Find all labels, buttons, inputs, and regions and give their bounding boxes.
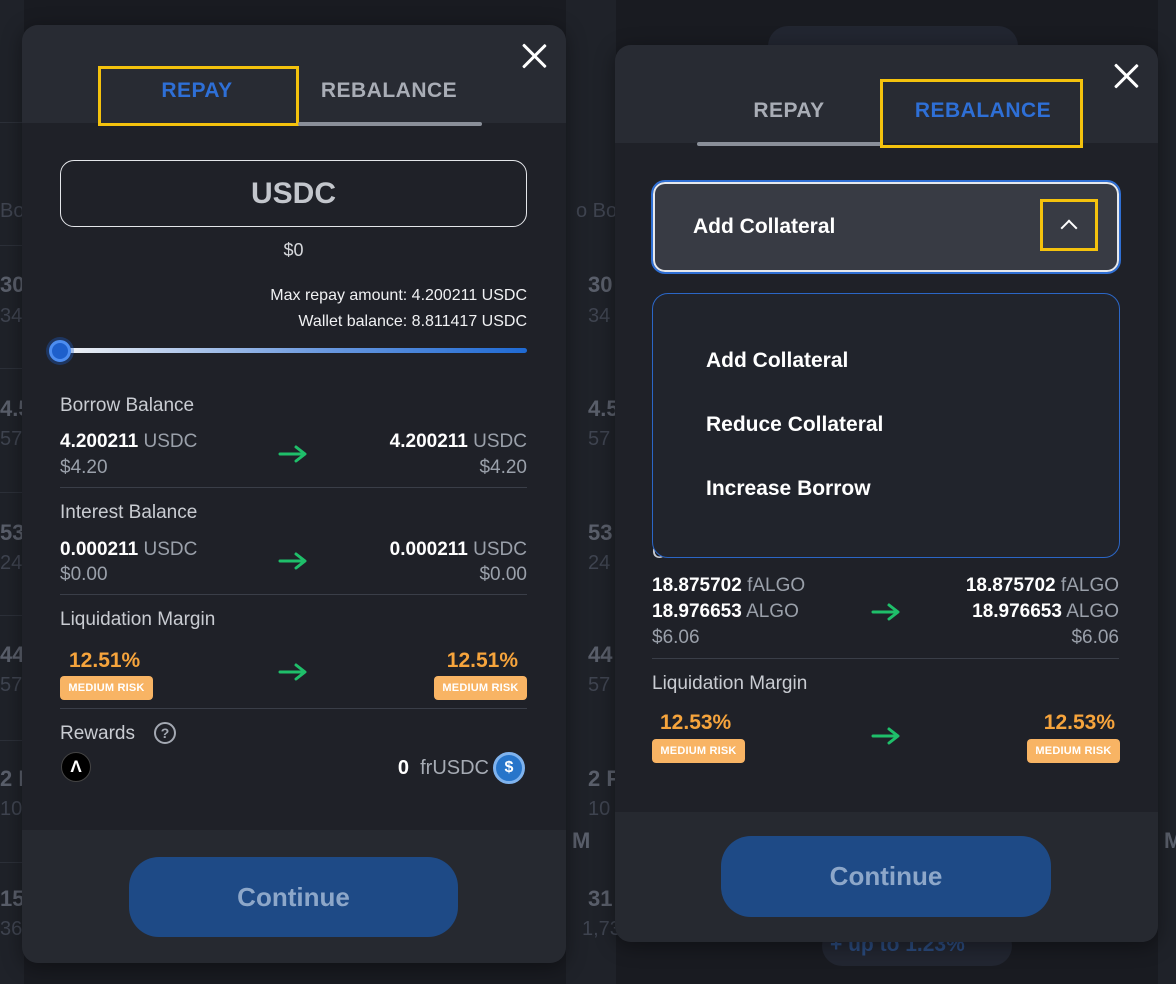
borrow-from: 4.200211 USDC xyxy=(60,431,198,452)
bg-fragment: 10 xyxy=(588,798,611,820)
collateral-to-usd: $6.06 xyxy=(1071,627,1119,648)
amount-slider[interactable] xyxy=(60,348,527,353)
collateral-from-amount: 18.976653 ALGO xyxy=(652,601,799,622)
risk-badge: MEDIUM RISK xyxy=(434,676,527,700)
bg-fragment: 30 xyxy=(0,272,25,297)
dropdown-option-reduce-collateral[interactable]: Reduce Collateral xyxy=(706,413,883,437)
arrow-right-icon xyxy=(278,663,307,681)
risk-badge: MEDIUM RISK xyxy=(652,739,745,763)
borrow-from-usd: $4.20 xyxy=(60,457,108,478)
bg-fragment: M xyxy=(572,828,591,853)
bg-fragment: 57 xyxy=(0,674,23,696)
bg-fragment: 31 xyxy=(588,886,613,911)
amount-usd: $0 xyxy=(283,240,304,260)
arrow-right-icon xyxy=(871,727,900,745)
collateral-from-usd: $6.06 xyxy=(652,627,700,648)
help-icon[interactable]: ? xyxy=(154,722,176,744)
bg-fragment: 44 xyxy=(0,642,25,667)
reward-amount: 0 frUSDC xyxy=(397,757,489,779)
bg-fragment: 57 xyxy=(588,428,611,450)
tab-highlight xyxy=(98,66,299,126)
risk-badge: MEDIUM RISK xyxy=(1027,739,1120,763)
bg-fragment: 24 xyxy=(588,552,611,574)
liquidation-to-pct: 12.51% xyxy=(446,649,518,672)
borrow-to-usd: $4.20 xyxy=(479,457,527,478)
max-repay-text: Max repay amount: 4.200211 USDC xyxy=(270,287,527,304)
bg-fragment: 57 xyxy=(0,428,23,450)
liquidation-margin-label: Liquidation Margin xyxy=(652,673,808,694)
rewards-label: Rewards xyxy=(60,723,135,744)
liquidation-to-pct: 12.53% xyxy=(1043,711,1115,734)
bg-fragment: 34 xyxy=(588,305,611,327)
bg-fragment: 10 xyxy=(0,798,23,820)
borrow-balance-label: Borrow Balance xyxy=(60,395,195,416)
borrow-to: 4.200211 USDC xyxy=(389,431,527,452)
liquidation-margin-label: Liquidation Margin xyxy=(60,609,216,630)
bg-fragment: Bo xyxy=(0,200,25,222)
tab-rebalance[interactable]: REBALANCE xyxy=(298,79,480,103)
bg-fragment: 44 xyxy=(588,642,613,667)
bg-fragment: 4.5 xyxy=(588,396,619,421)
tab-indicator xyxy=(697,142,883,146)
bg-fragment: 30 xyxy=(588,272,613,297)
bg-fragment: 36 xyxy=(0,918,23,940)
arrow-right-icon xyxy=(278,552,307,570)
collateral-to-amount: 18.976653 ALGO xyxy=(972,601,1119,622)
continue-button[interactable]: Continue xyxy=(721,836,1051,917)
collateral-to-famount: 18.875702 fALGO xyxy=(965,575,1119,596)
interest-to-usd: $0.00 xyxy=(479,564,527,585)
bg-fragment: 53 xyxy=(588,520,613,545)
divider xyxy=(60,487,527,488)
tab-highlight xyxy=(880,79,1083,148)
bg-fragment: 53 xyxy=(0,520,25,545)
dropdown-option-add-collateral[interactable]: Add Collateral xyxy=(706,349,848,373)
arrow-right-icon xyxy=(278,445,307,463)
liquidation-from-pct: 12.53% xyxy=(660,711,732,734)
usdc-icon: $ xyxy=(493,752,525,784)
slider-thumb[interactable] xyxy=(49,340,71,362)
interest-from: 0.000211 USDC xyxy=(60,539,198,560)
risk-badge: MEDIUM RISK xyxy=(60,676,153,700)
interest-to: 0.000211 USDC xyxy=(389,539,527,560)
tab-indicator xyxy=(298,122,482,126)
interest-from-usd: $0.00 xyxy=(60,564,108,585)
tab-repay[interactable]: REPAY xyxy=(697,99,881,123)
close-icon[interactable] xyxy=(1113,63,1139,89)
collateral-from-famount: 18.875702 fALGO xyxy=(652,575,806,596)
bg-fragment: 57 xyxy=(588,674,611,696)
algo-icon: Λ xyxy=(61,752,91,782)
divider xyxy=(60,594,527,595)
dropdown-option-increase-borrow[interactable]: Increase Borrow xyxy=(706,477,871,501)
bg-fragment: M xyxy=(1164,828,1176,853)
arrow-right-icon xyxy=(871,603,900,621)
token-amount-input[interactable]: USDC xyxy=(60,160,527,227)
bg-fragment: 34 xyxy=(0,305,23,327)
rebalance-modal: REPAY REBALANCE C 18.875702 fALGO 18.976… xyxy=(615,45,1158,942)
close-icon[interactable] xyxy=(521,43,547,69)
continue-button[interactable]: Continue xyxy=(129,857,458,937)
divider xyxy=(60,708,527,709)
wallet-balance-text: Wallet balance: 8.811417 USDC xyxy=(298,313,527,330)
liquidation-from-pct: 12.51% xyxy=(69,649,141,672)
interest-balance-label: Interest Balance xyxy=(60,502,198,523)
select-value: Add Collateral xyxy=(693,215,836,238)
bg-fragment: 24 xyxy=(0,552,23,574)
bg-fragment: 15 xyxy=(0,886,25,911)
repay-modal: REPAY REBALANCE USDC $0 Max repay amount… xyxy=(22,25,566,963)
divider xyxy=(652,658,1119,659)
bg-fragment: o Bo xyxy=(576,200,618,222)
chevron-up-icon[interactable] xyxy=(1040,199,1098,251)
